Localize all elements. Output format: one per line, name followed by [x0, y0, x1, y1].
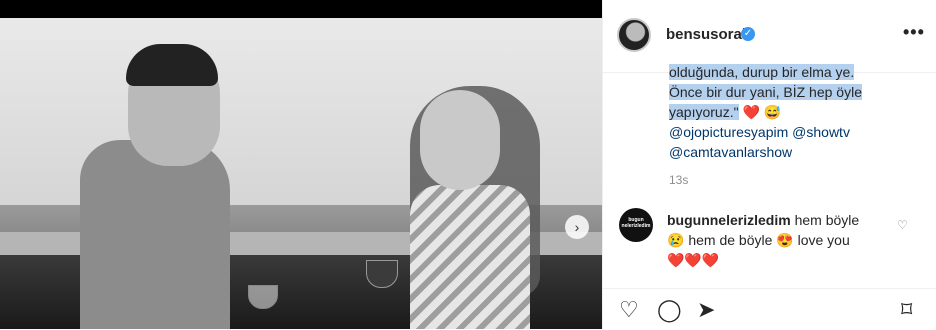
mention-link[interactable]: @ojopicturesyapim	[669, 124, 788, 140]
man-figure	[80, 140, 230, 329]
wine-glass	[366, 260, 398, 288]
save-icon[interactable]: ⌑	[901, 297, 912, 323]
man-hair	[126, 44, 218, 86]
caption-line: Önce bir dur yani, BİZ hep öyle	[669, 84, 862, 100]
avatar[interactable]	[617, 18, 651, 52]
caption-line: olduğunda, durup bir elma ye.	[669, 64, 855, 80]
share-icon[interactable]: ➤	[697, 297, 715, 323]
mention-link[interactable]: @camtavanlarshow	[669, 144, 792, 160]
verified-badge-icon: ✓	[741, 27, 755, 41]
comment-icon[interactable]: ◯	[657, 297, 682, 323]
chevron-right-icon: ›	[574, 219, 580, 235]
post-timestamp[interactable]: 13s	[669, 173, 688, 187]
caption-line: yapıyoruz."	[669, 104, 739, 120]
photo-top-bar	[0, 0, 602, 18]
next-photo-button[interactable]: ›	[565, 215, 589, 239]
post-photo[interactable]: ›	[0, 0, 602, 329]
more-options-icon[interactable]: •••	[903, 22, 925, 43]
comment-avatar[interactable]: bugun nelerizledim	[619, 208, 653, 242]
username-link[interactable]: bensusoral	[666, 26, 746, 43]
like-icon[interactable]: ♡	[619, 297, 639, 323]
action-bar: ♡ ◯ ➤ ⌑	[603, 288, 936, 330]
woman-figure	[410, 185, 530, 329]
mention-link[interactable]: @showtv	[792, 124, 850, 140]
post-caption: olduğunda, durup bir elma ye. Önce bir d…	[669, 62, 919, 162]
caption-emojis: ❤️ 😅	[742, 104, 782, 120]
comment-username[interactable]: bugunnelerizledim	[667, 212, 791, 228]
comment-like-icon[interactable]: ♡	[897, 218, 908, 232]
comment-text: ❤️❤️❤️	[667, 252, 720, 268]
comment-text: hem böyle	[794, 212, 860, 228]
comment-item: bugunnelerizledim hem böyle 😢 hem de böy…	[667, 210, 887, 270]
woman-head	[420, 90, 500, 190]
comment-text: 😢 hem de böyle 😍 love you	[667, 232, 850, 248]
post-side-panel: bensusoral ✓ ••• olduğunda, durup bir el…	[602, 0, 936, 329]
